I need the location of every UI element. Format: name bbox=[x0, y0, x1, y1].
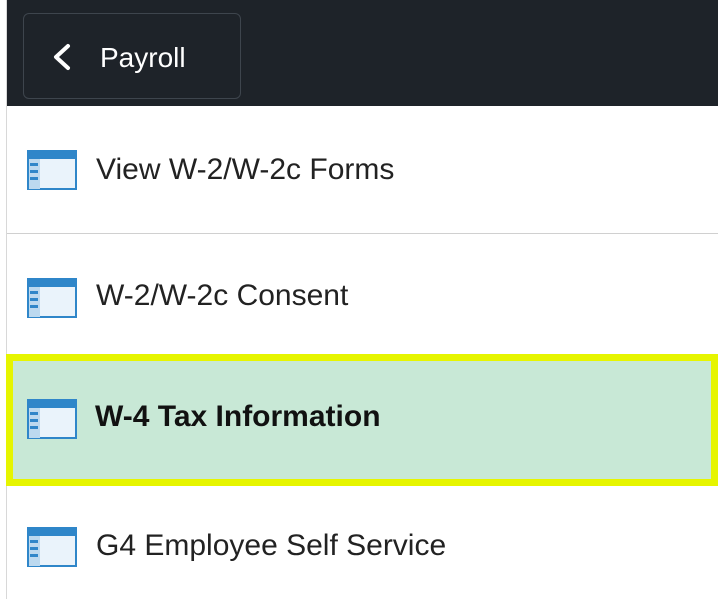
menu-item-label: G4 Employee Self Service bbox=[96, 529, 447, 562]
back-to-payroll-button[interactable]: Payroll bbox=[23, 13, 241, 99]
page-layout-icon bbox=[27, 278, 77, 318]
back-button-label: Payroll bbox=[100, 42, 186, 73]
page-layout-icon bbox=[27, 150, 77, 190]
menu-item-w2-consent[interactable]: W-2/W-2c Consent bbox=[7, 234, 718, 354]
menu-item-label: W-4 Tax Information bbox=[95, 400, 381, 433]
menu-item-label: View W-2/W-2c Forms bbox=[96, 153, 395, 186]
menu-item-label: W-2/W-2c Consent bbox=[96, 279, 349, 312]
payroll-nav-panel: Payroll View W-2/W-2c Forms W-2/W-2c Con… bbox=[0, 0, 718, 599]
menu-item-view-w2-forms[interactable]: View W-2/W-2c Forms bbox=[7, 106, 718, 234]
menu-item-g4-employee-self-service[interactable]: G4 Employee Self Service bbox=[7, 486, 718, 599]
page-layout-icon bbox=[27, 527, 77, 567]
chevron-left-icon bbox=[54, 44, 70, 70]
left-edge-divider bbox=[0, 0, 7, 599]
menu-item-w4-tax-information[interactable]: W-4 Tax Information bbox=[6, 354, 718, 486]
nav-header: Payroll bbox=[7, 0, 718, 106]
page-layout-icon bbox=[27, 399, 77, 439]
